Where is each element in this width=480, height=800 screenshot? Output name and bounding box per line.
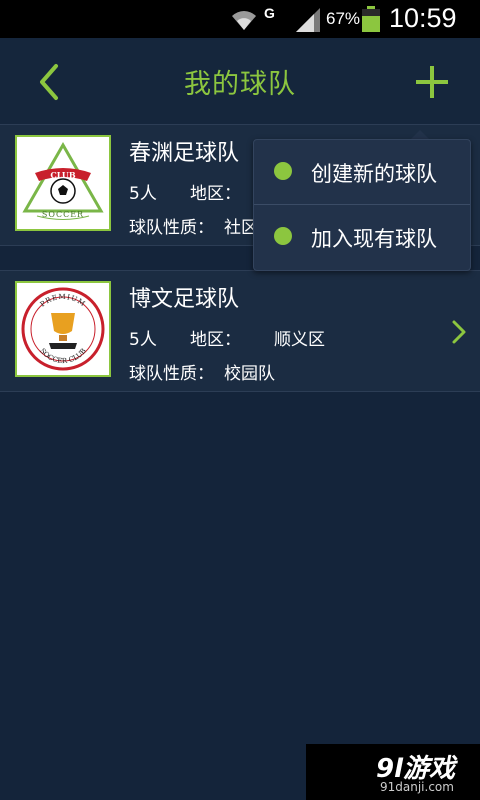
- status-time: 10:59: [389, 3, 457, 33]
- svg-text:SOCCER: SOCCER: [42, 210, 84, 219]
- battery-icon: [362, 6, 380, 32]
- plus-icon: [416, 66, 448, 98]
- menu-item-join-team[interactable]: 加入现有球队: [254, 205, 470, 269]
- team-region-label: 地区：: [190, 184, 241, 204]
- site-watermark: 9l游戏 91danji.com: [306, 744, 480, 800]
- wifi-icon: [232, 11, 256, 30]
- team-member-count: 5人: [129, 184, 157, 204]
- status-bar: G 67% 10:59: [0, 0, 480, 38]
- menu-item-create-team[interactable]: 创建新的球队: [254, 140, 470, 204]
- team-type-label: 球队性质：: [129, 218, 214, 238]
- network-type: G: [264, 5, 275, 21]
- team-type-label: 球队性质：: [129, 364, 214, 384]
- menu-item-label: 加入现有球队: [311, 227, 437, 251]
- team-region: 顺义区: [274, 330, 325, 350]
- team-type: 校园队: [224, 364, 275, 384]
- team-region-label: 地区：: [190, 330, 241, 350]
- soccer-club-logo-icon: CLUB SOCCER: [22, 141, 104, 220]
- app-header: 我的球队: [0, 38, 480, 124]
- bullet-dot-icon: [274, 162, 292, 180]
- team-logo: PREMIUM SOCCER CLUB: [15, 281, 111, 377]
- signal-icon: [296, 8, 320, 32]
- team-name: 博文足球队: [129, 287, 240, 312]
- team-logo: CLUB SOCCER: [15, 135, 111, 231]
- page-title: 我的球队: [184, 69, 296, 100]
- team-list-item[interactable]: PREMIUM SOCCER CLUB 博文足球队 5人 地区： 顺义区 球队性…: [0, 270, 480, 392]
- team-name: 春渊足球队: [129, 141, 240, 166]
- add-team-popup-menu: 创建新的球队 加入现有球队: [253, 139, 471, 271]
- menu-item-label: 创建新的球队: [311, 162, 437, 186]
- team-member-count: 5人: [129, 330, 157, 350]
- battery-percent: 67%: [326, 9, 361, 28]
- bullet-dot-icon: [274, 227, 292, 245]
- add-team-button[interactable]: [410, 60, 454, 104]
- chevron-right-icon[interactable]: [450, 319, 468, 345]
- premium-soccer-club-logo-icon: PREMIUM SOCCER CLUB: [21, 287, 105, 371]
- watermark-url: 91danji.com: [380, 780, 454, 794]
